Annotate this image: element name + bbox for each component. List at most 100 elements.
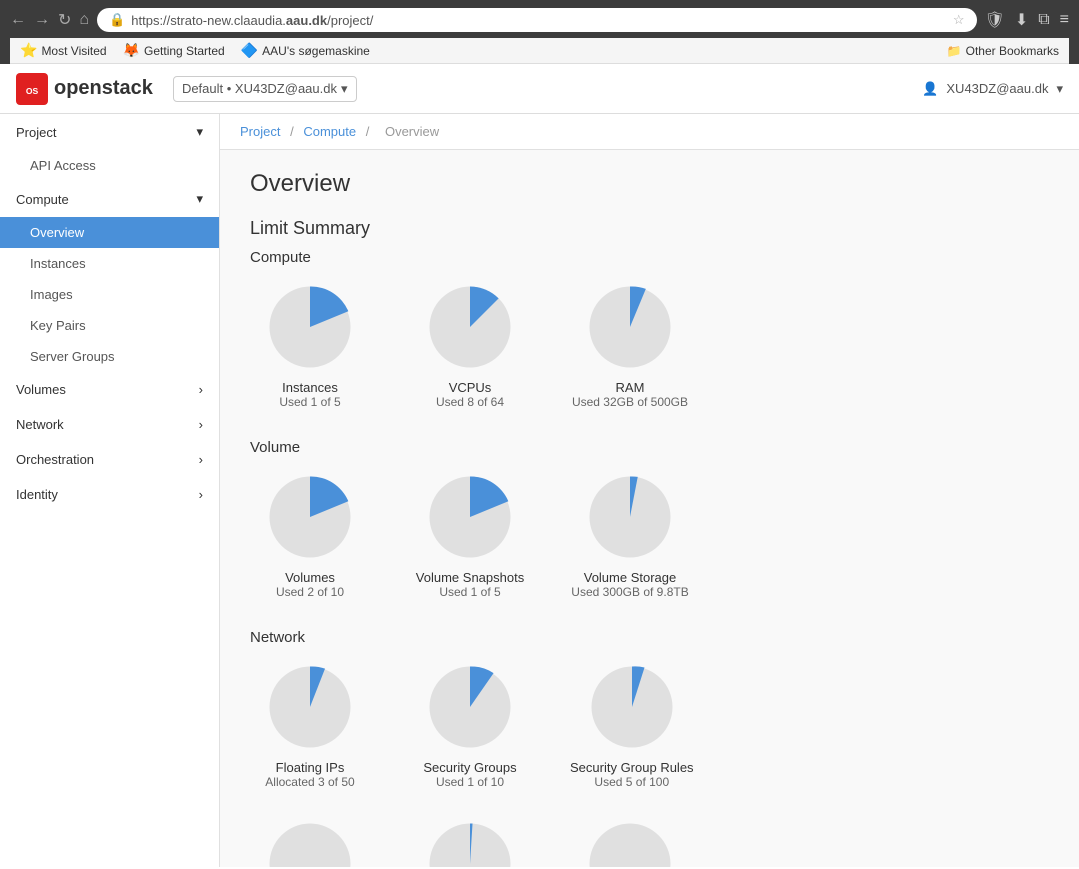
api-access-label: API Access	[30, 158, 96, 173]
user-label: XU43DZ@aau.dk	[946, 81, 1048, 96]
ram-label: RAM	[616, 380, 645, 395]
shield-icon: 🛡	[985, 10, 1005, 30]
extra-pie-2	[425, 819, 515, 867]
openstack-logo-svg: OS	[20, 75, 44, 103]
sidebar-project-header[interactable]: Project ▾	[0, 114, 219, 150]
security-groups-chart: Security Groups Used 1 of 10	[410, 662, 530, 789]
tab-icon[interactable]: ⧉	[1038, 11, 1049, 29]
sidebar-volumes-label: Volumes	[16, 382, 66, 397]
sidebar-network-label: Network	[16, 417, 64, 432]
security-group-rules-chart: Security Group Rules Used 5 of 100	[570, 662, 694, 789]
network-chart-grid: Floating IPs Allocated 3 of 50 Security …	[250, 662, 1049, 789]
extra-chart-2	[410, 819, 530, 867]
vol-storage-label: Volume Storage	[584, 570, 677, 585]
aau-label: AAU's søgemaskine	[262, 44, 370, 58]
bookmark-aau[interactable]: 🔷 AAU's søgemaskine	[241, 42, 370, 59]
extra-chart-grid	[250, 819, 1049, 867]
sidebar-item-instances[interactable]: Instances	[0, 248, 219, 279]
url-suffix: /project/	[327, 13, 373, 28]
network-section-title: Network	[250, 629, 1049, 646]
instances-sublabel: Used 1 of 5	[279, 395, 340, 409]
sidebar-item-overview[interactable]: Overview	[0, 217, 219, 248]
extra-chart-3	[570, 819, 690, 867]
sidebar: Project ▾ API Access Compute ▾ Overview …	[0, 114, 220, 867]
security-group-rules-pie	[587, 662, 677, 752]
vol-snapshots-chart: Volume Snapshots Used 1 of 5	[410, 472, 530, 599]
user-menu[interactable]: 👤 XU43DZ@aau.dk ▾	[922, 81, 1063, 97]
back-button[interactable]: ←	[10, 11, 26, 29]
breadcrumb-project[interactable]: Project	[240, 124, 280, 139]
ram-pie	[585, 282, 675, 372]
floating-ips-sublabel: Allocated 3 of 50	[265, 775, 354, 789]
region-label: Default • XU43DZ@aau.dk	[182, 81, 337, 96]
orchestration-chevron-icon: ›	[199, 452, 203, 467]
breadcrumb-sep-2: /	[366, 124, 370, 139]
more-icon[interactable]: ≡	[1060, 11, 1069, 29]
app-header-left: OS openstack Default • XU43DZ@aau.dk ▾	[16, 73, 357, 105]
sidebar-identity-header[interactable]: Identity ›	[0, 477, 219, 512]
instances-label: Instances	[282, 380, 338, 395]
volume-section-title: Volume	[250, 439, 1049, 456]
network-section: Network Floating IPs Allocated 3 of 50	[250, 629, 1049, 789]
bookmark-other[interactable]: 📁 Other Bookmarks	[947, 44, 1059, 58]
aau-icon: 🔷	[241, 42, 258, 59]
region-selector[interactable]: Default • XU43DZ@aau.dk ▾	[173, 76, 357, 102]
getting-started-label: Getting Started	[144, 44, 225, 58]
bookmark-getting-started[interactable]: 🦊 Getting Started	[123, 42, 225, 59]
instances-chart: Instances Used 1 of 5	[250, 282, 370, 409]
bookmark-most-visited[interactable]: ⭐ Most Visited	[20, 42, 107, 59]
vcpus-pie	[425, 282, 515, 372]
home-button[interactable]: ⌂	[79, 11, 89, 29]
compute-section: Compute Instances Used 1 of 5	[250, 249, 1049, 409]
sidebar-item-images[interactable]: Images	[0, 279, 219, 310]
ram-chart: RAM Used 32GB of 500GB	[570, 282, 690, 409]
sidebar-item-key-pairs[interactable]: Key Pairs	[0, 310, 219, 341]
vol-storage-chart: Volume Storage Used 300GB of 9.8TB	[570, 472, 690, 599]
extra-pie-1	[265, 819, 355, 867]
logo-text: openstack	[54, 77, 153, 100]
instances-pie	[265, 282, 355, 372]
instances-label: Instances	[30, 256, 86, 271]
lock-icon: 🔒	[109, 12, 125, 28]
app-container: OS openstack Default • XU43DZ@aau.dk ▾ 👤…	[0, 64, 1079, 867]
most-visited-icon: ⭐	[20, 42, 37, 59]
reload-button[interactable]: ↻	[58, 10, 71, 30]
extra-pie-3	[585, 819, 675, 867]
images-label: Images	[30, 287, 73, 302]
svg-text:OS: OS	[26, 86, 39, 96]
other-bookmarks-label: Other Bookmarks	[966, 44, 1059, 58]
sidebar-orchestration-header[interactable]: Orchestration ›	[0, 442, 219, 477]
user-icon: 👤	[922, 81, 938, 97]
sidebar-item-api-access[interactable]: API Access	[0, 150, 219, 181]
logo: OS openstack	[16, 73, 153, 105]
key-pairs-label: Key Pairs	[30, 318, 86, 333]
vol-storage-pie	[585, 472, 675, 562]
security-groups-label: Security Groups	[423, 760, 516, 775]
security-groups-sublabel: Used 1 of 10	[436, 775, 504, 789]
page-title: Overview	[250, 170, 1049, 198]
app-header: OS openstack Default • XU43DZ@aau.dk ▾ 👤…	[0, 64, 1079, 114]
star-icon[interactable]: ☆	[953, 12, 965, 28]
sidebar-item-server-groups[interactable]: Server Groups	[0, 341, 219, 372]
security-groups-pie	[425, 662, 515, 752]
vol-snapshots-sublabel: Used 1 of 5	[439, 585, 500, 599]
forward-button[interactable]: →	[34, 11, 50, 29]
server-groups-label: Server Groups	[30, 349, 115, 364]
security-group-rules-sublabel: Used 5 of 100	[594, 775, 669, 789]
sidebar-compute-label: Compute	[16, 192, 69, 207]
address-bar[interactable]: 🔒 https://strato-new.claaudia.aau.dk/pro…	[97, 8, 976, 32]
compute-chart-grid: Instances Used 1 of 5 VCPUs Used 8 of 64	[250, 282, 1049, 409]
most-visited-label: Most Visited	[41, 44, 106, 58]
volumes-label: Volumes	[285, 570, 335, 585]
breadcrumb-compute[interactable]: Compute	[303, 124, 356, 139]
sidebar-orchestration-label: Orchestration	[16, 452, 94, 467]
region-dropdown-icon: ▾	[341, 81, 348, 97]
vol-snapshots-pie	[425, 472, 515, 562]
breadcrumb: Project / Compute / Overview	[220, 114, 1079, 150]
sidebar-compute-header[interactable]: Compute ▾	[0, 181, 219, 217]
sidebar-network-header[interactable]: Network ›	[0, 407, 219, 442]
download-icon[interactable]: ⬇	[1015, 10, 1028, 30]
sidebar-volumes-header[interactable]: Volumes ›	[0, 372, 219, 407]
volumes-chevron-icon: ›	[199, 382, 203, 397]
ram-sublabel: Used 32GB of 500GB	[572, 395, 688, 409]
